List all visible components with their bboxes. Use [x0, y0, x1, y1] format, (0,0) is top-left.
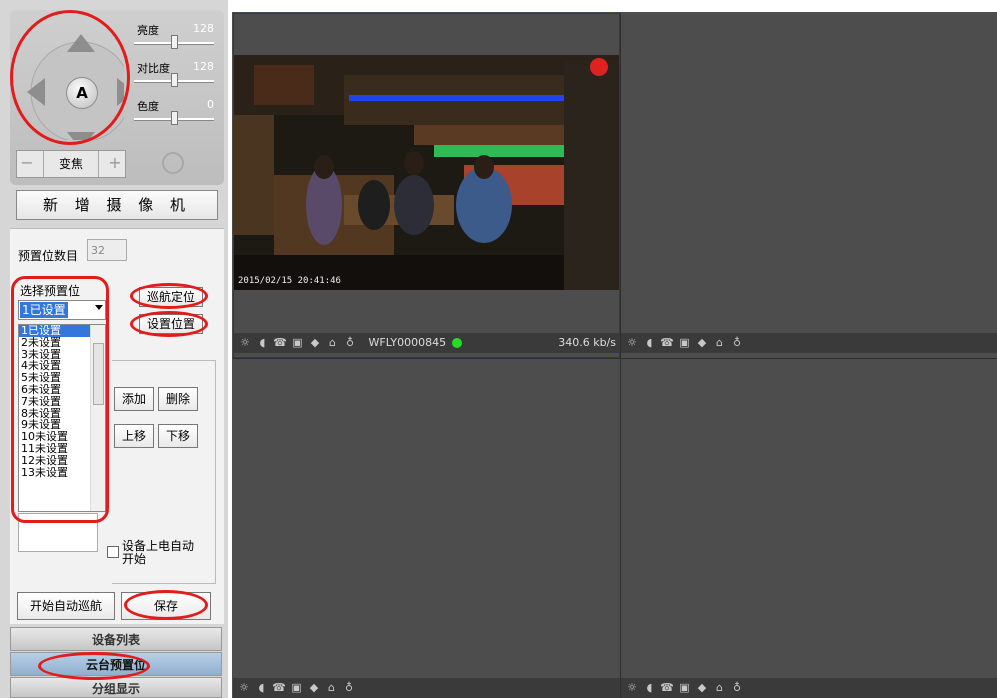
annotation-ring-joystick — [10, 10, 130, 145]
brightness-icon[interactable]: ☼ — [238, 333, 252, 353]
record-icon[interactable]: ◆ — [695, 333, 709, 353]
location-pin-icon[interactable]: ♁ — [730, 678, 744, 698]
record-icon[interactable]: ◆ — [307, 678, 321, 698]
phone-icon[interactable]: ☎ — [273, 333, 287, 353]
zoom-in-button[interactable]: + — [105, 151, 125, 177]
annotation-ring-patrol-button — [130, 283, 208, 309]
annotation-ring-set-button — [130, 311, 208, 337]
video-toolbar-1: ☼ ◖ ☎ ▣ ◆ ⌂ ♁ WFLY0000845 340.6 kb/s — [234, 333, 620, 353]
location-pin-icon[interactable]: ♁ — [342, 678, 356, 698]
video-toolbar-2: ☼ ◖ ☎ ▣ ◆ ⌂ ♁ — [621, 333, 997, 353]
annotation-ring-ptz-tab — [38, 652, 150, 680]
record-icon[interactable]: ◆ — [308, 333, 322, 353]
snapshot-icon[interactable]: ▣ — [290, 678, 304, 698]
preset-count-label: 预置位数目 — [18, 249, 79, 263]
speaker-icon[interactable]: ◖ — [256, 333, 270, 353]
move-up-button[interactable]: 上移 — [114, 424, 154, 448]
zoom-out-button[interactable]: − — [17, 151, 37, 177]
video-toolbar-3: ☼ ◖ ☎ ▣ ◆ ⌂ ♁ — [233, 678, 620, 698]
hue-value: 0 — [207, 98, 214, 111]
preset-count-field[interactable]: 32 — [87, 239, 127, 261]
brightness-label: 亮度 — [137, 24, 159, 37]
zoom-control: − 变焦 + — [16, 150, 126, 178]
brightness-value: 128 — [193, 22, 214, 35]
location-pin-icon[interactable]: ♁ — [730, 333, 744, 353]
snapshot-icon[interactable]: ▣ — [678, 678, 692, 698]
bitrate-readout: 340.6 kb/s — [558, 336, 616, 349]
video-cell-3[interactable] — [233, 359, 620, 698]
location-pin-icon[interactable]: ♁ — [343, 333, 357, 353]
phone-icon[interactable]: ☎ — [272, 678, 286, 698]
contrast-slider[interactable]: 对比度 128 — [134, 60, 214, 92]
grid-divider — [620, 13, 621, 698]
tab-device-list[interactable]: 设备列表 — [10, 627, 222, 651]
snapshot-icon[interactable]: ▣ — [678, 333, 692, 353]
speaker-icon[interactable]: ◖ — [643, 333, 657, 353]
move-down-button[interactable]: 下移 — [158, 424, 198, 448]
home-icon[interactable]: ⌂ — [713, 333, 727, 353]
zoom-label: 变焦 — [43, 151, 99, 177]
video-toolbar-4: ☼ ◖ ☎ ▣ ◆ ⌂ ♁ — [621, 678, 997, 698]
auto-start-label-line2: 开始 — [122, 552, 147, 566]
video-cell-4[interactable] — [621, 359, 997, 698]
delete-button[interactable]: 删除 — [158, 387, 198, 411]
device-id: WFLY0000845 — [368, 336, 447, 349]
annotation-ring-preset-list — [11, 276, 109, 523]
contrast-value: 128 — [193, 60, 214, 73]
new-camera-button[interactable]: 新 增 摄 像 机 — [16, 190, 218, 220]
auto-start-label: 设备上电自动 开始 — [122, 540, 194, 566]
start-auto-patrol-button[interactable]: 开始自动巡航 — [17, 592, 115, 620]
record-icon[interactable]: ◆ — [695, 678, 709, 698]
hue-label: 色度 — [137, 100, 159, 113]
grid-divider — [233, 358, 997, 359]
contrast-label: 对比度 — [137, 62, 170, 75]
brightness-icon[interactable]: ☼ — [625, 678, 639, 698]
online-status-icon — [451, 338, 462, 348]
home-icon[interactable]: ⌂ — [325, 678, 339, 698]
phone-icon[interactable]: ☎ — [660, 333, 674, 353]
brightness-thumb[interactable] — [171, 35, 178, 49]
phone-icon[interactable]: ☎ — [660, 678, 674, 698]
tab-group-display[interactable]: 分组显示 — [10, 677, 222, 698]
hue-slider[interactable]: 色度 0 — [134, 98, 214, 130]
speaker-icon[interactable]: ◖ — [255, 678, 269, 698]
annotation-ring-save-button — [124, 590, 208, 620]
video-cell-2[interactable] — [621, 13, 997, 358]
home-icon[interactable]: ⌂ — [713, 678, 727, 698]
contrast-thumb[interactable] — [171, 73, 178, 87]
home-icon[interactable]: ⌂ — [326, 333, 340, 353]
selected-cell-border — [233, 13, 620, 358]
auto-start-checkbox[interactable] — [107, 546, 119, 558]
snapshot-icon[interactable]: ▣ — [291, 333, 305, 353]
speaker-icon[interactable]: ◖ — [643, 678, 657, 698]
hue-thumb[interactable] — [171, 111, 178, 125]
brightness-icon[interactable]: ☼ — [237, 678, 251, 698]
refresh-icon[interactable] — [162, 152, 184, 174]
brightness-slider[interactable]: 亮度 128 — [134, 22, 214, 54]
brightness-icon[interactable]: ☼ — [625, 333, 639, 353]
add-button[interactable]: 添加 — [114, 387, 154, 411]
